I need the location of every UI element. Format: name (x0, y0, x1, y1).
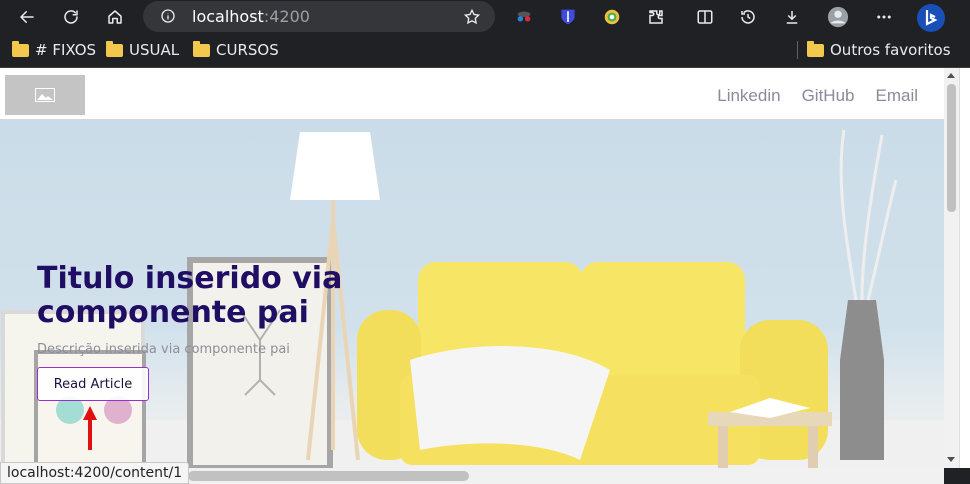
bookmark-folder-other[interactable]: Outros favoritos (807, 40, 951, 59)
url-port: :4200 (263, 7, 310, 26)
url-host: localhost (192, 7, 264, 26)
folder-icon (807, 40, 824, 57)
back-icon[interactable] (12, 2, 42, 32)
bookmarks-divider (797, 41, 798, 59)
info-icon[interactable] (160, 8, 176, 24)
address-url: localhost:4200 (192, 7, 310, 26)
folder-icon (106, 40, 123, 57)
extension-spy-icon[interactable] (513, 6, 535, 28)
browser-toolbar: localhost:4200 (0, 0, 970, 34)
nav-link-linkedin[interactable]: Linkedin (717, 86, 780, 106)
hero-description: Descrição inserida via componente pai (37, 342, 290, 357)
nav-links: Linkedin GitHub Email (717, 86, 918, 106)
nav-link-email[interactable]: Email (875, 86, 918, 106)
hero-banner: Titulo inserido via componente pai Descr… (0, 120, 944, 468)
bing-copilot-icon[interactable] (916, 3, 946, 33)
bookmark-label: CURSOS (216, 41, 279, 59)
reload-icon[interactable] (56, 2, 86, 32)
horizontal-scrollbar-thumb[interactable] (188, 471, 469, 481)
read-article-button[interactable]: Read Article (37, 367, 149, 401)
extensions-puzzle-icon[interactable] (645, 6, 667, 28)
vertical-scrollbar[interactable] (944, 68, 959, 468)
bookmark-label: USUAL (129, 41, 180, 59)
hero-title: Titulo inserido via componente pai (37, 261, 343, 330)
colorful-extension-icon[interactable] (601, 6, 623, 28)
bookmark-label: Outros favoritos (830, 41, 951, 59)
split-screen-icon[interactable] (694, 6, 716, 28)
bookmark-label: # FIXOS (35, 41, 97, 59)
bookmark-folder-usual[interactable]: USUAL (106, 40, 180, 59)
address-bar[interactable]: localhost:4200 (143, 1, 495, 32)
status-url-bubble: localhost:4200/content/1 (0, 462, 190, 484)
vertical-scrollbar-thumb[interactable] (947, 84, 956, 212)
home-icon[interactable] (100, 2, 130, 32)
bookmarks-bar: # FIXOS USUAL CURSOS Outros favoritos (0, 34, 970, 68)
download-icon[interactable] (781, 6, 803, 28)
image-placeholder-icon (35, 88, 55, 102)
nav-link-github[interactable]: GitHub (802, 86, 855, 106)
bitwarden-shield-icon[interactable] (557, 6, 579, 28)
logo-image-placeholder[interactable] (5, 75, 85, 115)
right-edge-panel (959, 68, 970, 468)
profile-avatar-icon[interactable] (827, 6, 849, 28)
history-icon[interactable] (737, 6, 759, 28)
favorite-star-icon[interactable] (463, 8, 481, 26)
bookmark-folder-fixos[interactable]: # FIXOS (12, 40, 97, 59)
red-arrow-annotation-icon (83, 406, 97, 450)
site-navbar: Linkedin GitHub Email (0, 69, 944, 120)
folder-icon (12, 40, 29, 57)
folder-icon (193, 40, 210, 57)
bookmark-folder-cursos[interactable]: CURSOS (193, 40, 279, 59)
more-menu-icon[interactable] (873, 6, 895, 28)
scroll-down-arrow-icon[interactable] (947, 457, 955, 462)
page-viewport: Linkedin GitHub Email Titulo inserido vi… (0, 68, 944, 468)
scroll-up-arrow-icon[interactable] (947, 73, 955, 78)
